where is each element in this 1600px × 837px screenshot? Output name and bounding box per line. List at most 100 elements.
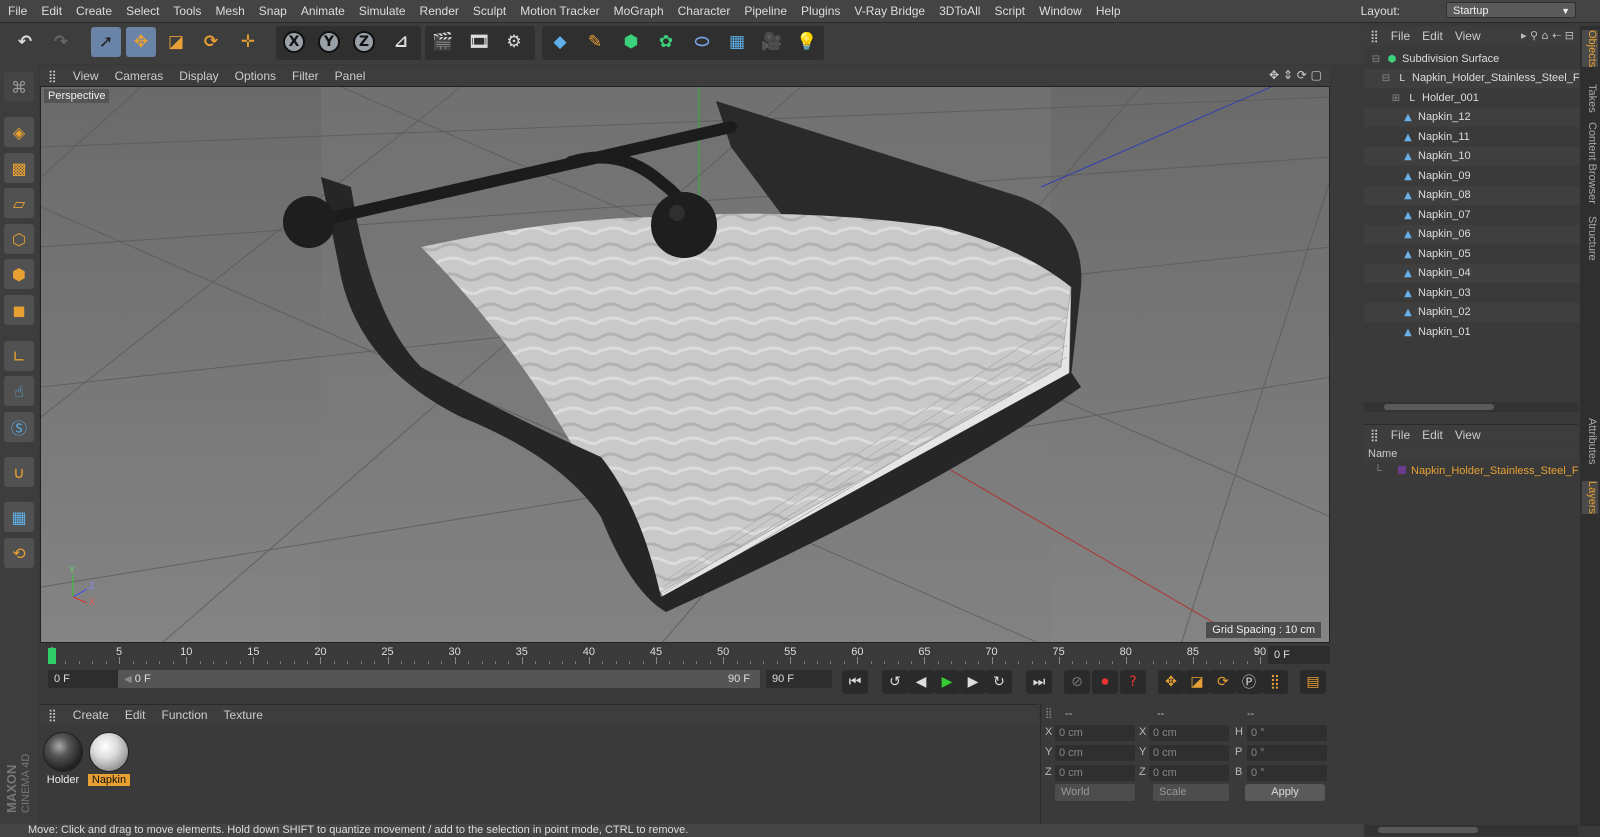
object-menu-edit[interactable]: Edit — [1416, 26, 1449, 46]
object-row[interactable]: ▲ Napkin_06 — [1364, 225, 1600, 244]
goto-end-icon[interactable]: ⏭ — [1026, 670, 1052, 694]
material-menu-edit[interactable]: Edit — [117, 705, 154, 725]
object-row[interactable]: ▲ Napkin_02 — [1364, 303, 1600, 322]
tree-collapse-icon[interactable]: ⊟ — [1380, 69, 1392, 88]
menu-script[interactable]: Script — [987, 0, 1032, 22]
object-menu-view[interactable]: View — [1449, 26, 1487, 46]
edges-mode-icon[interactable]: ⬢ — [4, 259, 34, 289]
prev-key-icon[interactable]: ↺ — [882, 670, 908, 694]
tab-takes[interactable]: Takes — [1582, 84, 1598, 113]
layer-row[interactable]: └ Napkin_Holder_Stainless_Steel_Fu — [1364, 462, 1578, 480]
z-axis-lock-button[interactable]: Z — [349, 27, 379, 57]
material-menu-function[interactable]: Function — [154, 705, 216, 725]
menu-3dtoall[interactable]: 3DToAll — [932, 0, 987, 22]
layer-color-swatch[interactable] — [1398, 466, 1406, 474]
menu-file[interactable]: File — [0, 0, 34, 22]
menu-window[interactable]: Window — [1032, 0, 1089, 22]
object-row[interactable]: ⊟ ⬢ Subdivision Surface — [1364, 50, 1584, 69]
menu-sculpt[interactable]: Sculpt — [466, 0, 513, 22]
object-row[interactable]: ▲ Napkin_03 — [1364, 284, 1600, 303]
menu-snap[interactable]: Snap — [252, 0, 294, 22]
scrollbar-thumb[interactable] — [1378, 827, 1478, 833]
menu-motion-tracker[interactable]: Motion Tracker — [513, 0, 606, 22]
coord-p-rotation-field[interactable]: 0 ° — [1247, 745, 1327, 761]
coord-z-size-field[interactable]: 0 cm — [1149, 765, 1229, 781]
rotate-tool-icon[interactable]: ⟳ — [196, 27, 226, 57]
axis-mode-icon[interactable]: ∟ — [4, 341, 34, 371]
layer-menu-view[interactable]: View — [1449, 425, 1487, 445]
key-scale-icon[interactable]: ◪ — [1184, 670, 1210, 694]
light-icon[interactable]: 💡 — [792, 27, 822, 57]
camera-label[interactable]: Perspective — [44, 89, 110, 103]
viewport-menu-view[interactable]: View — [65, 66, 107, 86]
polygons-mode-icon[interactable]: ◼ — [4, 295, 34, 325]
texture-mode-icon[interactable]: ▩ — [4, 153, 34, 183]
menu-mesh[interactable]: Mesh — [208, 0, 251, 22]
viewport-nav-icons[interactable]: ✥ ⇕ ⟳ ▢ — [1269, 68, 1322, 82]
tab-layers[interactable]: Layers — [1582, 481, 1598, 515]
floor-icon[interactable]: ▦ — [722, 27, 752, 57]
object-row[interactable]: ▲ Napkin_09 — [1364, 167, 1600, 186]
snap-icon[interactable]: ∪ — [4, 457, 34, 487]
object-row[interactable]: ⊟ L Napkin_Holder_Stainless_Steel_Fa — [1364, 69, 1594, 88]
tab-content-browser[interactable]: Content Browser — [1582, 122, 1598, 204]
solo-mode-icon[interactable]: Ⓢ — [4, 412, 34, 442]
menu-select[interactable]: Select — [119, 0, 166, 22]
x-axis-lock-button[interactable]: X — [279, 27, 309, 57]
menu-character[interactable]: Character — [671, 0, 738, 22]
menu-mograph[interactable]: MoGraph — [607, 0, 671, 22]
material-menu-texture[interactable]: Texture — [216, 705, 271, 725]
tab-objects[interactable]: Objects — [1582, 30, 1598, 68]
menu-help[interactable]: Help — [1089, 0, 1128, 22]
object-manager-tool-icons[interactable]: ▸ ⚲ ⌂ ⇠ ⊟ — [1521, 29, 1574, 42]
keyframe-disabled-icon[interactable]: ⊘ — [1064, 670, 1090, 694]
material-holder[interactable]: Holder — [42, 732, 84, 786]
points-mode-icon[interactable]: ⬡ — [4, 224, 34, 254]
cube-icon[interactable]: ◆ — [545, 27, 575, 57]
menu-animate[interactable]: Animate — [294, 0, 352, 22]
object-list-scrollbar[interactable] — [1364, 402, 1578, 412]
timeline-window-icon[interactable]: ▤ — [1300, 670, 1326, 694]
size-mode-dropdown[interactable]: Scale — [1153, 784, 1229, 801]
autokey-icon[interactable]: ? — [1120, 670, 1146, 694]
current-frame-field[interactable]: 0 F — [48, 670, 118, 688]
tab-attributes[interactable]: Attributes — [1582, 418, 1598, 464]
tree-collapse-icon[interactable]: ⊟ — [1370, 50, 1382, 69]
object-row[interactable]: ▲ Napkin_08 — [1364, 186, 1600, 205]
undo-icon[interactable]: ↶ — [10, 27, 40, 57]
key-position-icon[interactable]: ✥ — [1158, 670, 1184, 694]
play-icon[interactable]: ▶ — [934, 670, 960, 694]
key-pla-icon[interactable]: ⣿ — [1262, 670, 1288, 694]
prev-frame-icon[interactable]: ◀ — [908, 670, 934, 694]
object-row[interactable]: ▲ Napkin_05 — [1364, 245, 1600, 264]
object-row[interactable]: ▲ Napkin_07 — [1364, 206, 1600, 225]
menu-pipeline[interactable]: Pipeline — [737, 0, 794, 22]
workplane-align-icon[interactable]: ⟲ — [4, 538, 34, 568]
cloner-icon[interactable]: ✿ — [651, 27, 681, 57]
render-view-icon[interactable]: 🎬 — [428, 27, 458, 57]
material-napkin[interactable]: Napkin — [88, 732, 130, 786]
menu-simulate[interactable]: Simulate — [352, 0, 413, 22]
viewport-menu-options[interactable]: Options — [227, 66, 284, 86]
menu-edit[interactable]: Edit — [34, 0, 69, 22]
coord-x-position-field[interactable]: 0 cm — [1055, 725, 1135, 741]
object-row[interactable]: ▲ Napkin_11 — [1364, 128, 1600, 147]
workplane-lock-icon[interactable]: ▦ — [4, 502, 34, 532]
workplane-mode-icon[interactable]: ▱ — [4, 188, 34, 218]
menu-tools[interactable]: Tools — [166, 0, 208, 22]
menu-plugins[interactable]: Plugins — [794, 0, 847, 22]
coord-y-size-field[interactable]: 0 cm — [1149, 745, 1229, 761]
range-slider[interactable]: ◀ 0 F 90 F — [118, 670, 760, 688]
deformer-icon[interactable]: ⬭ — [687, 27, 717, 57]
render-settings-icon[interactable]: ⚙ — [499, 27, 529, 57]
timeline-ruler[interactable]: 051015202530354045505560657075808590 — [49, 646, 1266, 664]
layer-list-scrollbar[interactable] — [1364, 825, 1578, 836]
key-rotation-icon[interactable]: ⟳ — [1210, 670, 1236, 694]
next-key-icon[interactable]: ↻ — [986, 670, 1012, 694]
scale-tool-icon[interactable]: ◪ — [161, 27, 191, 57]
goto-start-icon[interactable]: ⏮ — [842, 670, 868, 694]
object-row[interactable]: ▲ Napkin_12 — [1364, 108, 1600, 127]
model-mode-icon[interactable]: ◈ — [4, 117, 34, 147]
layout-select[interactable]: Startup ▼ — [1446, 2, 1576, 18]
next-frame-icon[interactable]: ▶ — [960, 670, 986, 694]
